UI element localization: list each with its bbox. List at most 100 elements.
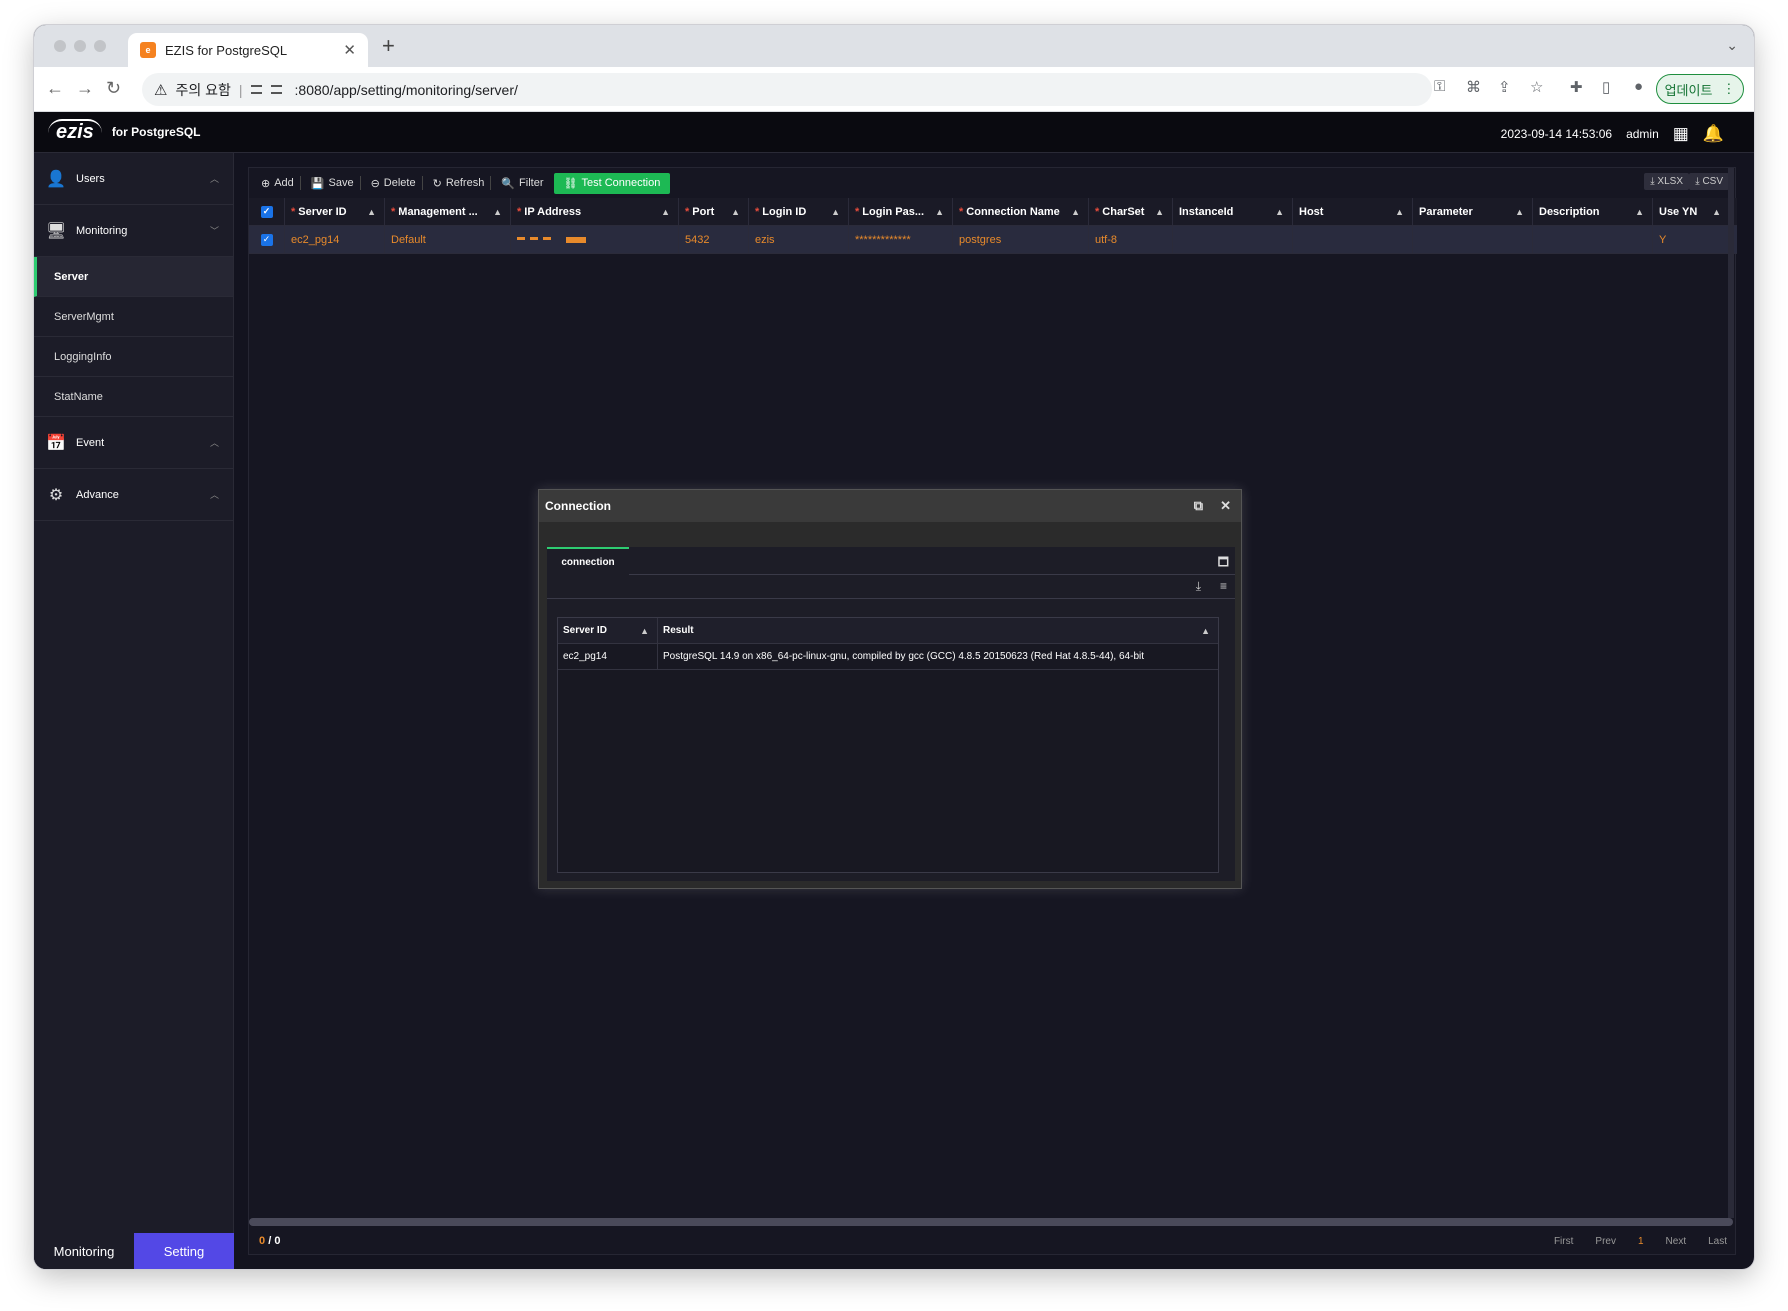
- sidebar-item-logginginfo[interactable]: LoggingInfo: [34, 337, 233, 377]
- filter-icon[interactable]: ≡: [1220, 579, 1227, 593]
- cell-parameter[interactable]: [1413, 226, 1533, 253]
- cell-instance-id[interactable]: [1173, 226, 1293, 253]
- monitoring-mode-button[interactable]: Monitoring: [34, 1233, 134, 1269]
- extensions-icon[interactable]: ✚: [1570, 78, 1583, 96]
- browser-tab[interactable]: e EZIS for PostgreSQL ✕: [128, 33, 368, 67]
- cell-connection-name[interactable]: postgres: [953, 226, 1089, 253]
- share-icon[interactable]: ⇪: [1498, 78, 1511, 96]
- dialog-header[interactable]: Connection ⧉ ✕: [539, 490, 1241, 522]
- cell-server-id[interactable]: ec2_pg14: [285, 226, 385, 253]
- cell-ip-address[interactable]: [511, 226, 679, 253]
- url-input[interactable]: ⚠ 주의 요함 | :8080/app/setting/monitoring/s…: [142, 73, 1432, 106]
- last-page-button[interactable]: Last: [1708, 1236, 1727, 1247]
- vertical-scrollbar[interactable]: [1728, 168, 1734, 1218]
- cell-login-password[interactable]: *************: [849, 226, 953, 253]
- tab-search-icon[interactable]: ⌄: [1726, 37, 1738, 54]
- col-port[interactable]: * Port ▲: [679, 198, 749, 225]
- maximize-icon[interactable]: 🗖: [1218, 553, 1229, 574]
- update-button[interactable]: 업데이트 ⋮: [1656, 74, 1744, 104]
- sidebar-group-advance[interactable]: ⚙ Advance ︿: [34, 469, 233, 521]
- sort-asc-icon[interactable]: ▲: [731, 207, 740, 217]
- sort-asc-icon[interactable]: ▲: [367, 207, 376, 217]
- col-result[interactable]: Result ▲: [658, 618, 1218, 643]
- cell-charset[interactable]: utf-8: [1089, 226, 1173, 253]
- sidebar-item-servermgmt[interactable]: ServerMgmt: [34, 297, 233, 337]
- sort-asc-icon[interactable]: ▲: [661, 207, 670, 217]
- first-page-button[interactable]: First: [1554, 1236, 1573, 1247]
- sort-asc-icon[interactable]: ▲: [1275, 207, 1284, 217]
- profile-icon[interactable]: ●: [1634, 78, 1643, 95]
- col-server-id[interactable]: Server ID ▲: [558, 618, 658, 643]
- col-instance-id[interactable]: InstanceId ▲: [1173, 198, 1293, 225]
- table-row[interactable]: ✓ ec2_pg14 Default 5432 ezis ***********…: [249, 226, 1737, 254]
- col-host[interactable]: Host ▲: [1293, 198, 1413, 225]
- sort-asc-icon[interactable]: ▲: [1155, 207, 1164, 217]
- side-panel-icon[interactable]: ▯: [1602, 78, 1610, 96]
- reload-icon[interactable]: ↻: [106, 78, 121, 99]
- select-all-checkbox[interactable]: ✓: [249, 198, 285, 225]
- horizontal-scrollbar[interactable]: [249, 1218, 1733, 1226]
- sort-asc-icon[interactable]: ▲: [1635, 207, 1644, 217]
- col-parameter[interactable]: Parameter ▲: [1413, 198, 1533, 225]
- table-row[interactable]: ec2_pg14 PostgreSQL 14.9 on x86_64-pc-li…: [558, 644, 1218, 670]
- close-icon[interactable]: ✕: [1220, 498, 1231, 514]
- filter-button[interactable]: 🔍 Filter: [495, 176, 549, 190]
- sort-asc-icon[interactable]: ▲: [1515, 207, 1524, 217]
- export-xlsx-button[interactable]: ⤓ XLSX: [1644, 173, 1689, 190]
- tab-connection[interactable]: connection: [547, 547, 629, 575]
- minimize-window-button[interactable]: [74, 40, 86, 52]
- col-login-password[interactable]: * Login Pas... ▲: [849, 198, 953, 225]
- cell-management[interactable]: Default: [385, 226, 511, 253]
- col-server-id[interactable]: * Server ID ▲: [285, 198, 385, 225]
- sort-asc-icon[interactable]: ▲: [1071, 207, 1080, 217]
- col-ip-address[interactable]: * IP Address ▲: [511, 198, 679, 225]
- row-checkbox[interactable]: ✓: [249, 226, 285, 253]
- bell-icon[interactable]: 🔔: [1703, 124, 1724, 144]
- close-tab-icon[interactable]: ✕: [343, 41, 356, 59]
- sort-asc-icon[interactable]: ▲: [935, 207, 944, 217]
- col-login-id[interactable]: * Login ID ▲: [749, 198, 849, 225]
- delete-button[interactable]: ⊖ Delete: [365, 176, 423, 190]
- col-charset[interactable]: * CharSet ▲: [1089, 198, 1173, 225]
- apps-grid-icon[interactable]: ▦: [1673, 124, 1689, 144]
- test-connection-button[interactable]: ⛓ Test Connection: [553, 172, 671, 194]
- sort-asc-icon[interactable]: ▲: [640, 626, 649, 636]
- sort-asc-icon[interactable]: ▲: [1395, 207, 1404, 217]
- sidebar-group-monitoring[interactable]: 🖥 Monitoring ﹀: [34, 205, 233, 257]
- bookmark-star-icon[interactable]: ☆: [1530, 78, 1543, 96]
- sort-asc-icon[interactable]: ▲: [831, 207, 840, 217]
- cell-host[interactable]: [1293, 226, 1413, 253]
- col-management[interactable]: * Management ... ▲: [385, 198, 511, 225]
- close-window-button[interactable]: [54, 40, 66, 52]
- cell-result[interactable]: PostgreSQL 14.9 on x86_64-pc-linux-gnu, …: [658, 644, 1218, 669]
- new-tab-icon[interactable]: +: [382, 33, 395, 59]
- sidebar-item-server[interactable]: Server: [34, 257, 233, 297]
- header-user[interactable]: admin: [1626, 127, 1659, 141]
- sort-asc-icon[interactable]: ▲: [1712, 207, 1721, 217]
- prev-page-button[interactable]: Prev: [1595, 1236, 1616, 1247]
- col-description[interactable]: Description ▲: [1533, 198, 1653, 225]
- translate-icon[interactable]: ⌘: [1466, 78, 1481, 96]
- col-connection-name[interactable]: * Connection Name ▲: [953, 198, 1089, 225]
- key-icon[interactable]: ⚿: [1434, 78, 1445, 95]
- sidebar-group-event[interactable]: 📅 Event ︿: [34, 417, 233, 469]
- cell-description[interactable]: [1533, 226, 1653, 253]
- save-button[interactable]: 💾 Save: [305, 176, 361, 190]
- sidebar-item-statname[interactable]: StatName: [34, 377, 233, 417]
- back-icon[interactable]: ←: [46, 78, 64, 99]
- app-logo[interactable]: ezis for PostgreSQL: [48, 119, 201, 144]
- cell-use-yn[interactable]: Y: [1653, 226, 1729, 253]
- export-csv-button[interactable]: ⤓ CSV: [1689, 173, 1729, 190]
- setting-mode-button[interactable]: Setting: [134, 1233, 234, 1269]
- forward-icon[interactable]: →: [76, 78, 94, 99]
- download-icon[interactable]: ⤓: [1196, 579, 1201, 594]
- popout-icon[interactable]: ⧉: [1194, 498, 1203, 514]
- col-use-yn[interactable]: Use YN ▲: [1653, 198, 1729, 225]
- cell-port[interactable]: 5432: [679, 226, 749, 253]
- sidebar-group-users[interactable]: 👤 Users ︿: [34, 153, 233, 205]
- sort-asc-icon[interactable]: ▲: [1201, 626, 1210, 636]
- cell-login-id[interactable]: ezis: [749, 226, 849, 253]
- cell-server-id[interactable]: ec2_pg14: [558, 644, 658, 669]
- refresh-button[interactable]: ↻ Refresh: [427, 176, 492, 190]
- zoom-window-button[interactable]: [94, 40, 106, 52]
